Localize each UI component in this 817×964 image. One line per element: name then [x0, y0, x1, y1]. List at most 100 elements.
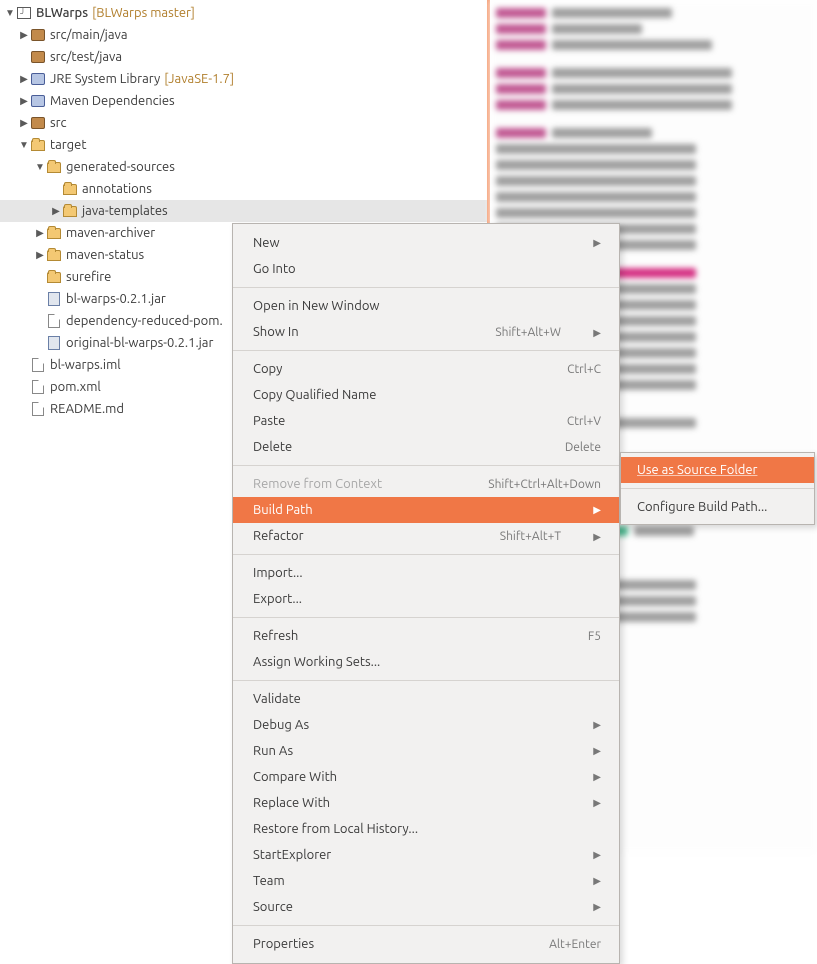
- menu-copy-qualified[interactable]: Copy Qualified Name: [233, 382, 619, 408]
- chevron-right-icon[interactable]: ▶: [50, 205, 62, 217]
- menu-accel: Ctrl+V: [567, 415, 601, 428]
- menu-go-into[interactable]: Go Into: [233, 256, 619, 282]
- tree-src-main[interactable]: ▶ src/main/java: [0, 24, 487, 46]
- menu-start-explorer[interactable]: StartExplorer▶: [233, 842, 619, 868]
- menu-label: Import...: [253, 566, 303, 580]
- tree-jre[interactable]: ▶ JRE System Library [JavaSE-1.7]: [0, 68, 487, 90]
- submenu-arrow-icon: ▶: [593, 745, 601, 757]
- xml-file-icon: [46, 313, 62, 329]
- tree-label: pom.xml: [50, 380, 101, 394]
- submenu-arrow-icon: ▶: [593, 504, 601, 516]
- tree-label: java-templates: [82, 204, 168, 218]
- menu-label: Validate: [253, 692, 301, 706]
- chevron-right-icon[interactable]: ▶: [18, 29, 30, 41]
- submenu-use-as-source[interactable]: Use as Source Folder: [621, 457, 814, 483]
- menu-accel: Delete: [565, 441, 601, 454]
- menu-label: Assign Working Sets...: [253, 655, 380, 669]
- tree-label: README.md: [50, 402, 124, 416]
- tree-label: generated-sources: [66, 160, 175, 174]
- menu-accel: Shift+Alt+W: [495, 326, 561, 339]
- menu-compare-with[interactable]: Compare With▶: [233, 764, 619, 790]
- tree-label: bl-warps-0.2.1.jar: [66, 292, 166, 306]
- tree-label: target: [50, 138, 86, 152]
- project-branch: [BLWarps master]: [92, 6, 195, 20]
- menu-label: StartExplorer: [253, 848, 331, 862]
- submenu-arrow-icon: ▶: [591, 531, 601, 542]
- tree-maven-dep[interactable]: ▶ Maven Dependencies: [0, 90, 487, 112]
- chevron-right-icon[interactable]: ▶: [18, 73, 30, 85]
- menu-team[interactable]: Team▶: [233, 868, 619, 894]
- menu-new[interactable]: New▶: [233, 230, 619, 256]
- menu-label: Refresh: [253, 629, 298, 643]
- folder-open-icon: [46, 159, 62, 175]
- menu-paste[interactable]: Paste Ctrl+V: [233, 408, 619, 434]
- menu-separator: [233, 617, 619, 618]
- chevron-right-icon[interactable]: ▶: [34, 227, 46, 239]
- menu-label: Use as Source Folder: [637, 463, 757, 477]
- menu-label: Copy: [253, 362, 282, 376]
- tree-label: Maven Dependencies: [50, 94, 175, 108]
- menu-validate[interactable]: Validate: [233, 686, 619, 712]
- menu-debug-as[interactable]: Debug As▶: [233, 712, 619, 738]
- menu-refresh[interactable]: Refresh F5: [233, 623, 619, 649]
- folder-open-icon: [62, 203, 78, 219]
- menu-separator: [233, 350, 619, 351]
- menu-restore-local[interactable]: Restore from Local History...: [233, 816, 619, 842]
- menu-properties[interactable]: Properties Alt+Enter: [233, 931, 619, 957]
- tree-label: src/main/java: [50, 28, 128, 42]
- menu-replace-with[interactable]: Replace With▶: [233, 790, 619, 816]
- menu-label: Go Into: [253, 262, 296, 276]
- menu-open-new-window[interactable]: Open in New Window: [233, 293, 619, 319]
- menu-assign-working-sets[interactable]: Assign Working Sets...: [233, 649, 619, 675]
- chevron-right-icon[interactable]: ▶: [18, 95, 30, 107]
- menu-accel: Alt+Enter: [549, 938, 601, 951]
- menu-label: Paste: [253, 414, 285, 428]
- tree-generated-sources[interactable]: ▼ generated-sources: [0, 156, 487, 178]
- file-icon: [30, 401, 46, 417]
- xml-file-icon: [30, 379, 46, 395]
- menu-run-as[interactable]: Run As▶: [233, 738, 619, 764]
- chevron-right-icon[interactable]: ▶: [34, 249, 46, 261]
- build-path-submenu[interactable]: Use as Source Folder Configure Build Pat…: [620, 452, 815, 525]
- jar-icon: [46, 335, 62, 351]
- jar-icon: [46, 291, 62, 307]
- submenu-arrow-icon: ▶: [593, 875, 601, 887]
- menu-accel: F5: [588, 630, 601, 643]
- menu-import[interactable]: Import...: [233, 560, 619, 586]
- tree-src[interactable]: ▶ src: [0, 112, 487, 134]
- menu-accel: Ctrl+C: [567, 363, 601, 376]
- menu-build-path[interactable]: Build Path ▶: [233, 497, 619, 523]
- menu-label: Build Path: [253, 503, 313, 517]
- menu-label: Restore from Local History...: [253, 822, 418, 836]
- menu-show-in[interactable]: Show InShift+Alt+W ▶: [233, 319, 619, 345]
- tree-target[interactable]: ▼ target: [0, 134, 487, 156]
- submenu-arrow-icon: ▶: [593, 901, 601, 913]
- tree-annotations[interactable]: annotations: [0, 178, 487, 200]
- tree-java-templates[interactable]: ▶ java-templates: [0, 200, 487, 222]
- chevron-down-icon[interactable]: ▼: [18, 139, 30, 151]
- menu-label: Properties: [253, 937, 314, 951]
- chevron-down-icon[interactable]: ▼: [4, 7, 16, 19]
- tree-annotation: [JavaSE-1.7]: [164, 72, 234, 86]
- tree-label: src/test/java: [50, 50, 122, 64]
- chevron-right-icon[interactable]: ▶: [18, 117, 30, 129]
- menu-label: Remove from Context: [253, 477, 382, 491]
- menu-export[interactable]: Export...: [233, 586, 619, 612]
- submenu-arrow-icon: ▶: [591, 327, 601, 338]
- tree-project[interactable]: ▼ BLWarps [BLWarps master]: [0, 2, 487, 24]
- project-icon: [16, 5, 32, 21]
- menu-delete[interactable]: DeleteDelete: [233, 434, 619, 460]
- menu-separator: [233, 554, 619, 555]
- tree-src-test[interactable]: src/test/java: [0, 46, 487, 68]
- tree-label: src: [50, 116, 67, 130]
- menu-label: New: [253, 236, 280, 250]
- menu-source[interactable]: Source▶: [233, 894, 619, 920]
- package-icon: [30, 49, 46, 65]
- submenu-configure[interactable]: Configure Build Path...: [621, 494, 814, 520]
- folder-open-icon: [30, 137, 46, 153]
- menu-copy[interactable]: Copy Ctrl+C: [233, 356, 619, 382]
- chevron-down-icon[interactable]: ▼: [34, 161, 46, 173]
- menu-label: Debug As: [253, 718, 309, 732]
- menu-refactor[interactable]: RefactorShift+Alt+T ▶: [233, 523, 619, 549]
- menu-label: Copy Qualified Name: [253, 388, 376, 402]
